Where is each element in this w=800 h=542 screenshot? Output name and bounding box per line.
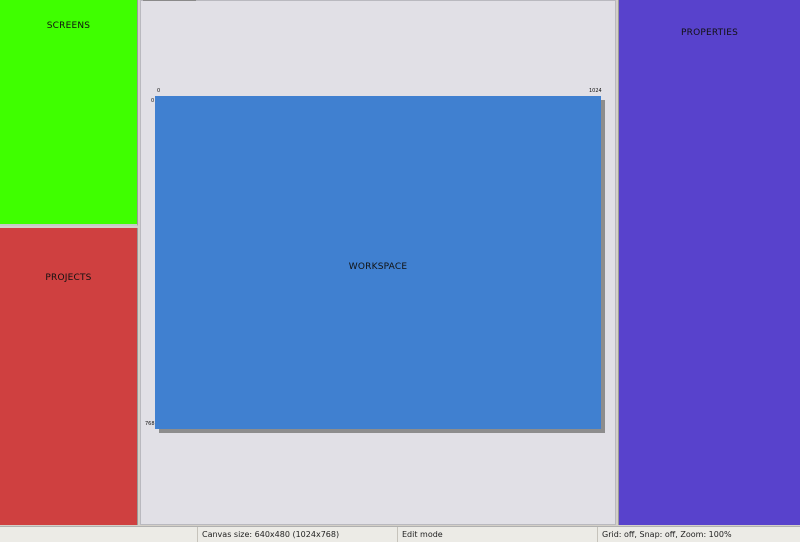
status-canvas-size: Canvas size: 640x480 (1024x768)	[197, 527, 397, 542]
ruler-y-start: 0	[151, 98, 155, 104]
workspace-canvas-title: WORKSPACE	[348, 262, 408, 272]
projects-panel[interactable]: PROJECTS	[0, 228, 138, 525]
workspace-canvas[interactable]: WORKSPACE	[155, 96, 601, 429]
ruler-y-end: 768	[145, 421, 155, 427]
status-bar: Canvas size: 640x480 (1024x768) Edit mod…	[0, 526, 800, 542]
screens-panel[interactable]: SCREENS	[0, 0, 138, 226]
ruler-x-end: 1024	[589, 88, 602, 94]
status-edit-mode: Edit mode	[397, 527, 597, 542]
status-grid-snap-zoom: Grid: off, Snap: off, Zoom: 100%	[597, 527, 800, 542]
status-cell-empty	[0, 527, 197, 542]
properties-panel-title: PROPERTIES	[680, 28, 739, 38]
projects-panel-title: PROJECTS	[45, 273, 92, 283]
screens-panel-title: SCREENS	[46, 21, 91, 31]
workspace-tab-indicator	[143, 0, 196, 1]
properties-panel[interactable]: PROPERTIES	[618, 0, 800, 525]
ruler-x-start: 0	[157, 88, 161, 94]
